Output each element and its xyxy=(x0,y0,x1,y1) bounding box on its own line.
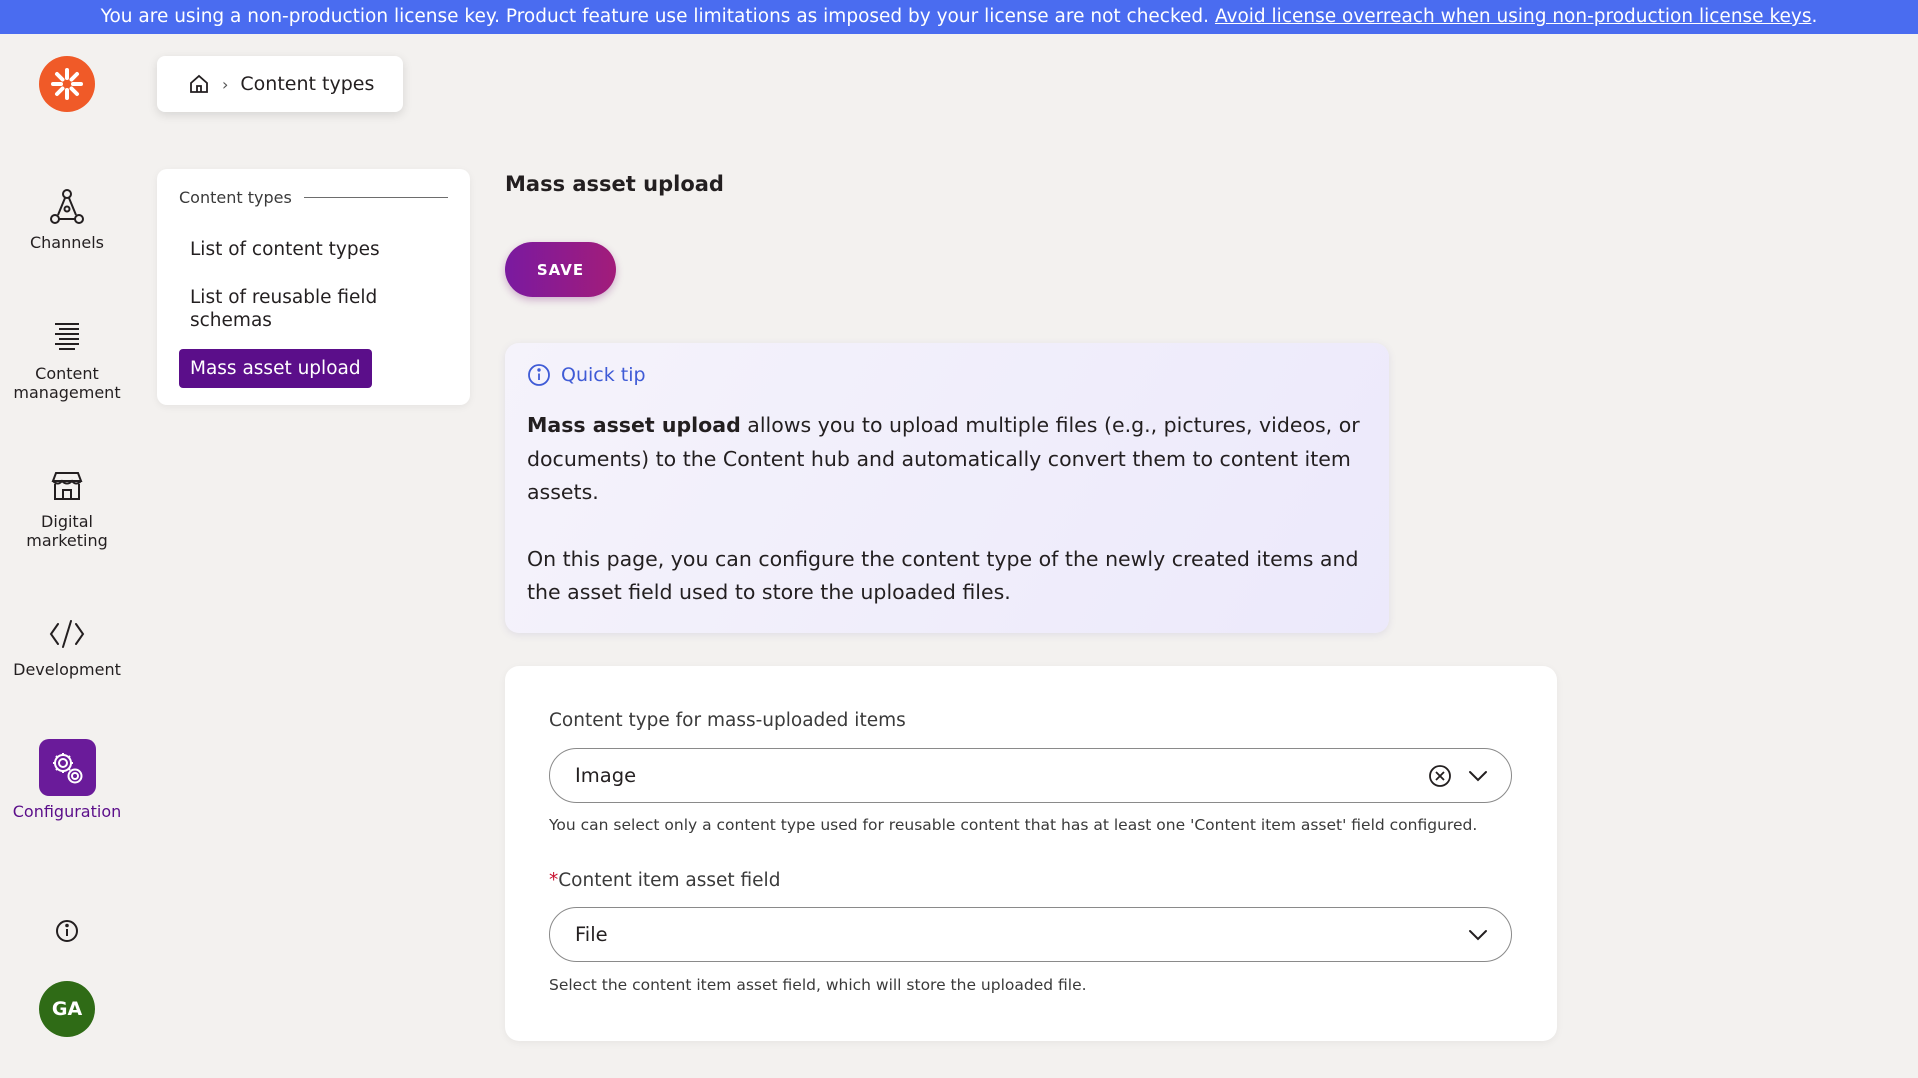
nav-item-list-of-content-types[interactable]: List of content types xyxy=(179,238,449,261)
asset-field-select[interactable]: File xyxy=(549,907,1512,962)
nav-item-list-of-reusable-field-schemas[interactable]: List of reusable field schemas xyxy=(179,286,409,332)
rail-item-development[interactable]: Development xyxy=(0,614,134,679)
breadcrumb-current[interactable]: Content types xyxy=(240,73,374,95)
save-button[interactable]: SAVE xyxy=(505,242,616,297)
app-rail: Channels Content management Digital mark… xyxy=(0,34,134,1078)
quick-tip-title: Quick tip xyxy=(561,364,646,386)
breadcrumb: › Content types xyxy=(157,56,403,112)
storefront-icon xyxy=(47,466,87,506)
license-banner-link[interactable]: Avoid license overreach when using non-p… xyxy=(1215,6,1812,27)
logo-icon xyxy=(51,68,83,100)
secondary-nav: Content types List of content types List… xyxy=(157,169,470,405)
user-avatar[interactable]: GA xyxy=(39,981,95,1037)
nav-item-mass-asset-upload[interactable]: Mass asset upload xyxy=(179,349,372,388)
required-marker: * xyxy=(549,870,559,891)
clear-selection-icon[interactable] xyxy=(1427,763,1453,789)
info-button[interactable] xyxy=(54,918,80,944)
asset-field-value: File xyxy=(575,923,608,946)
gear-icon xyxy=(38,739,96,796)
home-icon[interactable] xyxy=(188,73,210,95)
rail-item-content-management[interactable]: Content management xyxy=(0,318,134,402)
rail-label-channels: Channels xyxy=(29,233,105,252)
channels-icon xyxy=(47,187,87,227)
quick-tip-paragraph-1: Mass asset upload allows you to upload m… xyxy=(527,409,1367,510)
page-title: Mass asset upload xyxy=(505,172,724,196)
rail-item-configuration[interactable]: Configuration xyxy=(0,739,134,821)
chevron-down-icon[interactable] xyxy=(1467,769,1489,783)
rail-label-configuration: Configuration xyxy=(12,802,122,821)
rail-label-content-management: Content management xyxy=(13,364,121,402)
quick-tip-heading: Quick tip xyxy=(527,363,646,387)
info-icon xyxy=(56,920,78,942)
quick-tip-body: Mass asset upload allows you to upload m… xyxy=(527,409,1367,610)
license-banner-text: You are using a non-production license k… xyxy=(100,6,1210,27)
rail-item-channels[interactable]: Channels xyxy=(0,187,134,252)
info-circle-icon xyxy=(528,364,550,386)
secondary-nav-heading-label: Content types xyxy=(179,188,292,207)
content-type-label: Content type for mass-uploaded items xyxy=(549,710,906,731)
content-type-hint: You can select only a content type used … xyxy=(549,816,1478,834)
quick-tip-paragraph-2: On this page, you can configure the cont… xyxy=(527,546,1359,605)
content-type-select[interactable]: Image xyxy=(549,748,1512,803)
content-type-value: Image xyxy=(575,764,637,787)
rail-label-development: Development xyxy=(13,660,121,679)
secondary-nav-heading: Content types xyxy=(179,188,448,207)
chevron-down-icon[interactable] xyxy=(1467,928,1489,942)
breadcrumb-separator-icon: › xyxy=(222,74,229,94)
asset-field-hint: Select the content item asset field, whi… xyxy=(549,976,1087,994)
content-management-icon xyxy=(47,318,87,358)
quick-tip-panel: Quick tip Mass asset upload allows you t… xyxy=(505,343,1389,633)
license-banner-trailing: . xyxy=(1811,6,1818,27)
license-banner: You are using a non-production license k… xyxy=(0,0,1918,34)
rail-item-digital-marketing[interactable]: Digital marketing xyxy=(0,466,134,550)
app-logo[interactable] xyxy=(39,56,95,112)
code-icon xyxy=(47,614,87,654)
heading-divider xyxy=(303,197,448,198)
settings-form: Content type for mass-uploaded items Ima… xyxy=(505,666,1557,1041)
asset-field-label-text: Content item asset field xyxy=(558,870,781,891)
asset-field-label: *Content item asset field xyxy=(549,870,780,891)
quick-tip-bold-term: Mass asset upload xyxy=(527,413,741,437)
rail-label-digital-marketing: Digital marketing xyxy=(26,512,108,550)
